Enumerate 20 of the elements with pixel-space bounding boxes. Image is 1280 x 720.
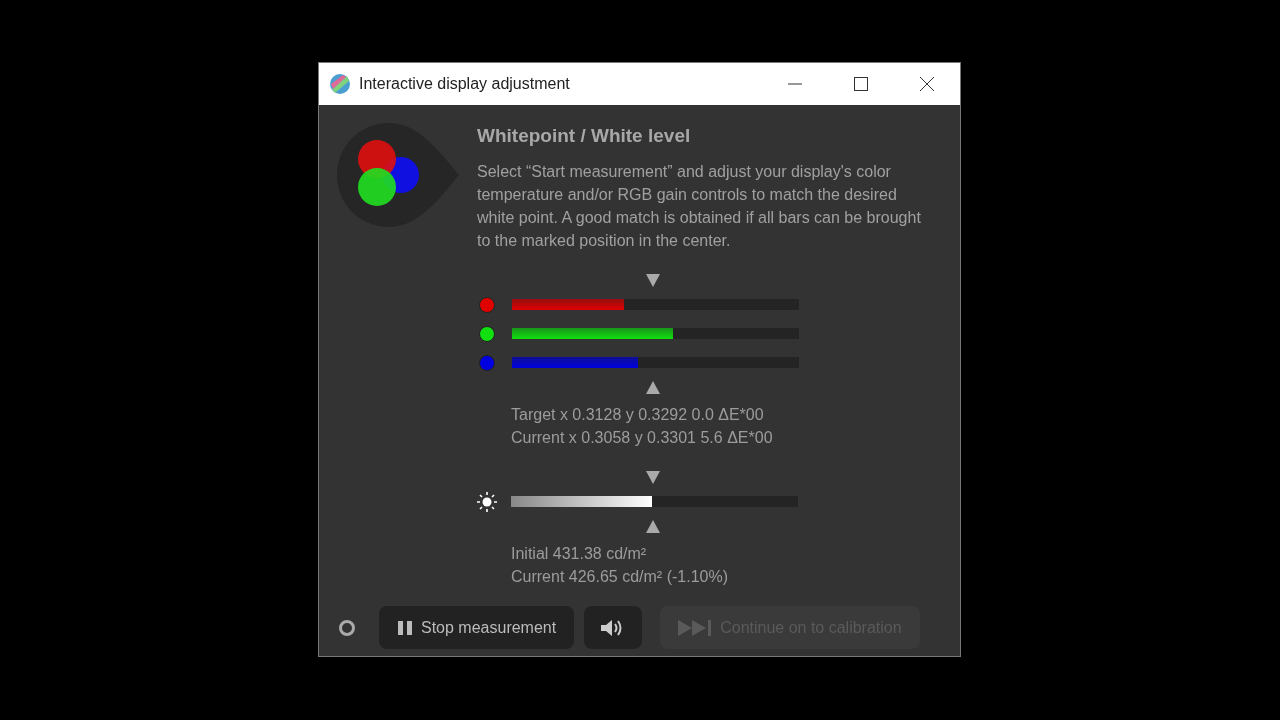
luminance-reading: Initial 431.38 cd/m² [511,544,648,564]
sound-button[interactable] [584,606,643,649]
skip-forward-icon [678,618,713,637]
app-logo-icon [329,73,351,95]
chromaticity-reading: Target x 0.3128 y 0.3292 0.0 ΔE*00 [511,405,765,425]
down-triangle-icon [646,470,660,484]
chromaticity-reading: Current x 0.3058 y 0.3301 5.6 ΔE*00 [511,428,774,448]
luminance-reading: Current 426.65 cd/m² (-1.10%) [511,567,729,587]
maximize-icon [854,77,868,91]
sun-icon [477,491,497,512]
close-icon [920,77,934,91]
pause-icon [397,619,413,636]
up-triangle-icon [646,380,660,394]
window-title: Interactive display adjustment [359,75,571,93]
section-heading: Whitepoint / White level [477,125,692,147]
rgb-circles-icon [337,123,459,227]
up-triangle-icon [646,519,660,533]
down-triangle-icon [646,273,660,287]
instructions-text: Select “Start measurement” and adjust your display's color temperature and/or RGB gain controls to match the desired white point. A good match is obtained if all bars can be brought to the marked position in the center. [477,162,922,251]
stop-measurement-button[interactable]: Stop measurement [379,606,575,649]
